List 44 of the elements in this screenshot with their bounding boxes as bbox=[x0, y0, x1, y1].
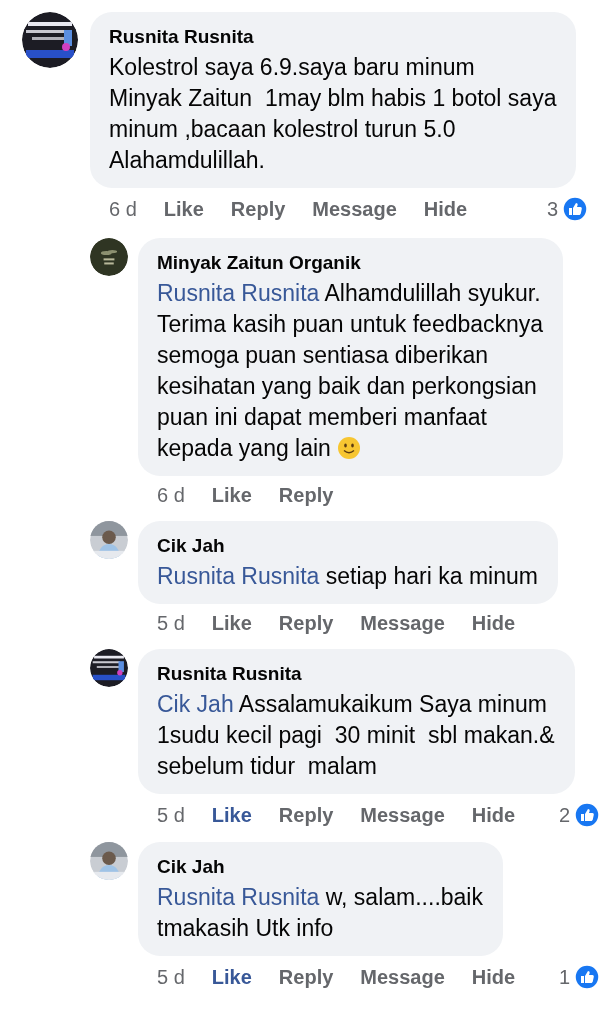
author-name[interactable]: Cik Jah bbox=[157, 535, 538, 557]
comment-text: Rusnita Rusnita Alhamdulillah syukur. Terima kasih puan untuk feedbacknya semoga puan sentiasa diberikan kesihatan yang baik dan perkongsian puan ini dapat memberi manfaat kepada yang lain bbox=[157, 279, 544, 463]
thumbs-up-icon bbox=[574, 802, 600, 828]
thumbs-up-icon bbox=[562, 196, 588, 222]
timestamp[interactable]: 6 d bbox=[109, 197, 137, 221]
like-button[interactable]: Like bbox=[211, 803, 252, 827]
comment-text: Rusnita Rusnita w, salam....baik tmakasih Utk info bbox=[157, 883, 483, 943]
author-name[interactable]: Cik Jah bbox=[157, 856, 483, 878]
hide-button[interactable]: Hide bbox=[423, 197, 468, 221]
mention-link[interactable]: Rusnita Rusnita bbox=[157, 563, 320, 589]
hide-button[interactable]: Hide bbox=[471, 803, 516, 827]
author-name[interactable]: Minyak Zaitun Organik bbox=[157, 252, 544, 274]
message-button[interactable]: Message bbox=[360, 612, 445, 635]
timestamp[interactable]: 5 d bbox=[157, 612, 185, 635]
message-button[interactable]: Message bbox=[312, 197, 397, 221]
reaction-count[interactable]: 1 bbox=[558, 964, 600, 990]
timestamp[interactable]: 5 d bbox=[157, 965, 185, 989]
mention-link[interactable]: Cik Jah bbox=[157, 691, 234, 717]
reply-button[interactable]: Reply bbox=[278, 803, 334, 827]
comment-text: Cik Jah Assalamukaikum Saya minum 1sudu kecil pagi 30 minit sbl makan.& sebelum tidur malam bbox=[157, 690, 555, 781]
comment-text: Rusnita Rusnita setiap hari ka minum bbox=[157, 562, 538, 591]
reply-button[interactable]: Reply bbox=[278, 965, 334, 989]
mention-link[interactable]: Rusnita Rusnita bbox=[157, 884, 320, 910]
thumbs-up-icon bbox=[574, 964, 600, 990]
reaction-count[interactable]: 2 bbox=[558, 802, 600, 828]
like-button[interactable]: Like bbox=[211, 484, 252, 507]
message-button[interactable]: Message bbox=[360, 803, 445, 827]
like-button[interactable]: Like bbox=[211, 965, 252, 989]
hide-button[interactable]: Hide bbox=[471, 612, 516, 635]
hide-button[interactable]: Hide bbox=[471, 965, 516, 989]
like-button[interactable]: Like bbox=[163, 197, 204, 221]
message-button[interactable]: Message bbox=[360, 965, 445, 989]
mention-link[interactable]: Rusnita Rusnita bbox=[157, 280, 320, 306]
timestamp[interactable]: 5 d bbox=[157, 803, 185, 827]
timestamp[interactable]: 6 d bbox=[157, 484, 185, 507]
reply-button[interactable]: Reply bbox=[278, 612, 334, 635]
like-button[interactable]: Like bbox=[211, 612, 252, 635]
reply-button[interactable]: Reply bbox=[278, 484, 334, 507]
author-name[interactable]: Rusnita Rusnita bbox=[109, 26, 557, 48]
author-name[interactable]: Rusnita Rusnita bbox=[157, 663, 555, 685]
smiley-icon bbox=[337, 436, 362, 460]
reaction-count[interactable]: 3 bbox=[546, 196, 588, 222]
reply-button[interactable]: Reply bbox=[230, 197, 286, 221]
comment-text: Kolestrol saya 6.9.saya baru minum Minyak Zaitun 1may blm habis 1 botol saya minum ,bacaan kolestrol turun 5.0 Alahamdulillah. bbox=[109, 53, 557, 175]
